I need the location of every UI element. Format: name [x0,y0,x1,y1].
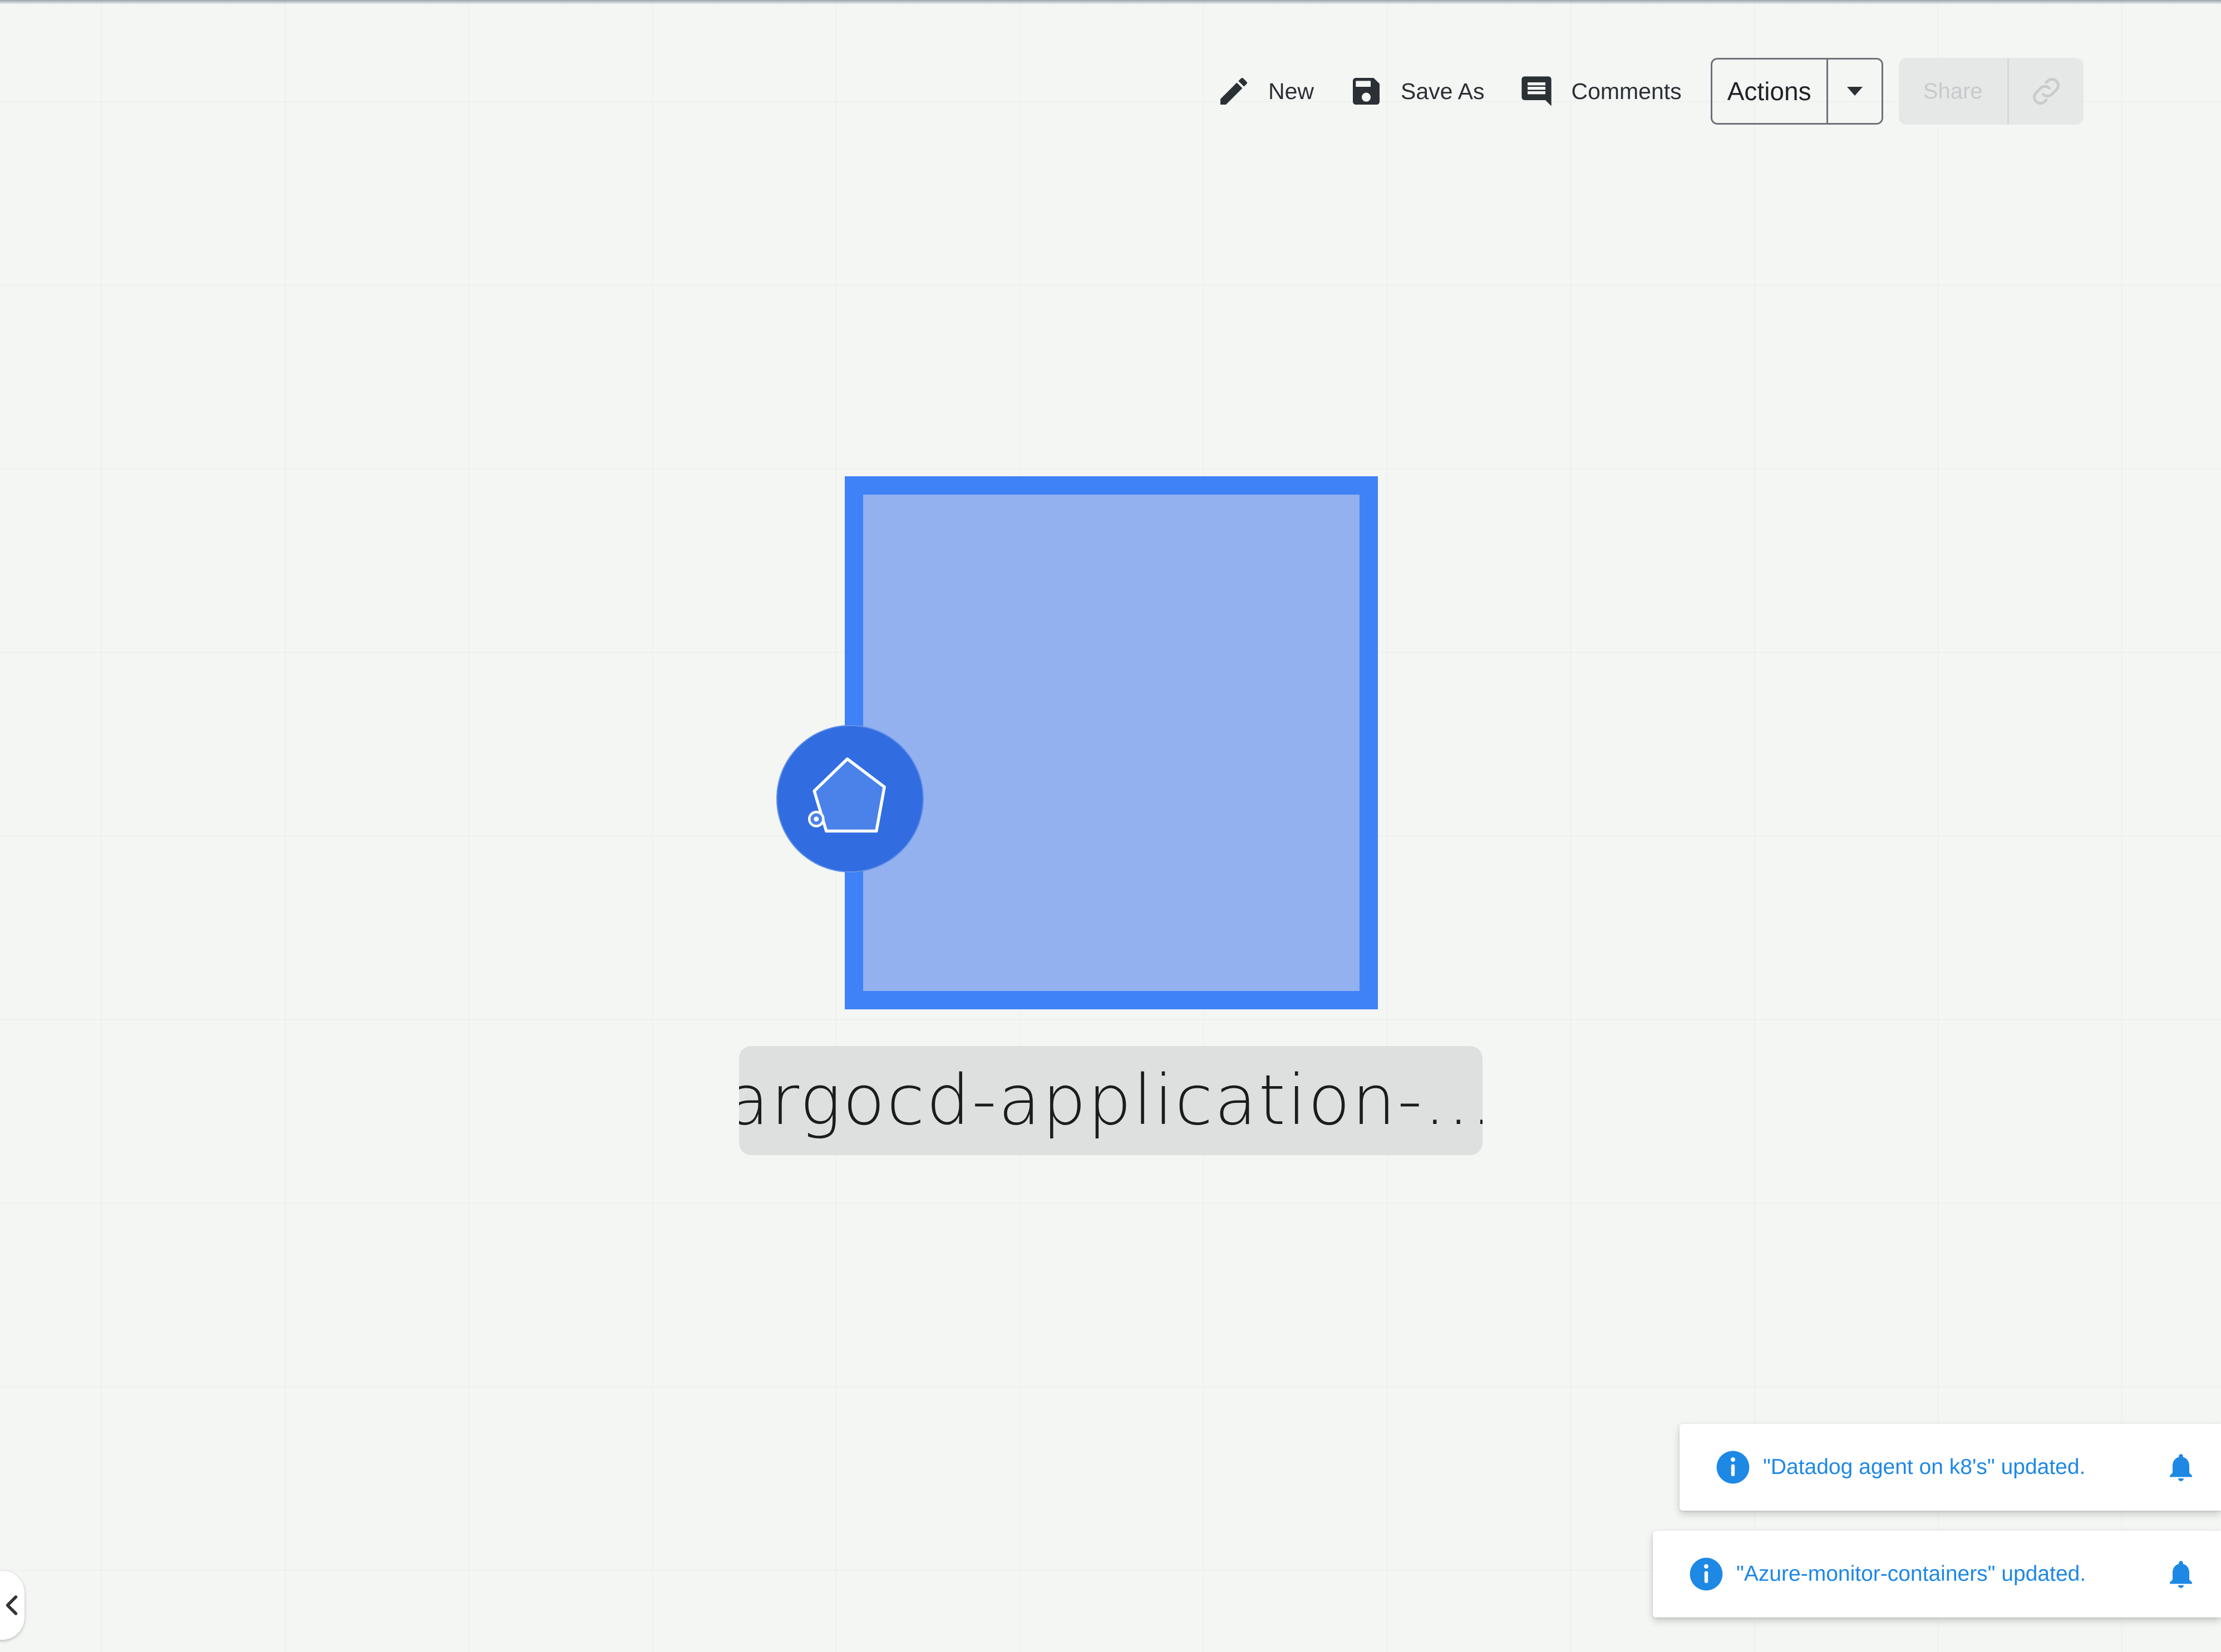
node-type-badge[interactable] [776,725,924,872]
bell-icon[interactable] [2164,1557,2198,1591]
link-icon [2028,73,2065,110]
node-label-text: argocd-application-... [739,1061,1483,1141]
actions-dropdown-toggle[interactable] [1828,60,1882,123]
notification-toast[interactable]: "Azure-monitor-containers" updated. [1653,1531,2221,1618]
actions-split-button: Actions [1710,58,1883,125]
share-button[interactable]: Share [1899,58,2009,125]
info-icon [1688,1556,1724,1592]
caret-down-icon [1846,87,1863,96]
pentagon-icon [800,749,900,849]
notification-toast[interactable]: "Datadog agent on k8's" updated. [1680,1424,2221,1511]
copy-link-button[interactable] [2009,58,2084,125]
comments-button[interactable]: Comments [1519,56,1682,127]
actions-button[interactable]: Actions [1712,60,1828,123]
notification-message: "Azure-monitor-containers" updated. [1736,1562,2086,1586]
window-top-edge [0,0,2221,4]
comment-icon [1519,73,1554,109]
save-as-button-label: Save As [1401,78,1485,104]
notification-message: "Datadog agent on k8's" updated. [1763,1455,2086,1479]
share-split-button: Share [1898,58,2084,125]
info-icon [1715,1449,1751,1485]
new-button[interactable]: New [1216,56,1314,127]
top-toolbar: New Save As Comments Actions Share [1216,56,2084,127]
canvas-node-container[interactable] [845,476,1378,1009]
bell-icon[interactable] [2164,1451,2198,1484]
pencil-icon [1216,73,1252,109]
new-button-label: New [1268,78,1314,104]
node-label[interactable]: argocd-application-... [739,1046,1483,1155]
side-panel-toggle[interactable] [0,1571,24,1640]
chevron-left-icon [3,1594,20,1616]
comments-button-label: Comments [1571,78,1682,104]
save-as-button[interactable]: Save As [1348,56,1484,127]
floppy-disk-icon [1348,73,1384,109]
